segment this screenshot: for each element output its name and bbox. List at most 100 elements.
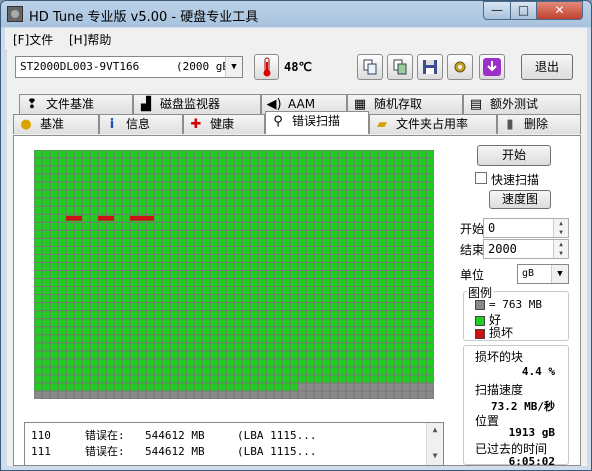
good-block xyxy=(34,254,42,262)
spinner-icon[interactable]: ▲ ▼ xyxy=(553,240,568,258)
good-block xyxy=(130,206,138,214)
good-block xyxy=(90,311,98,319)
good-block xyxy=(202,279,210,287)
good-block xyxy=(338,351,346,359)
good-block xyxy=(322,367,330,375)
good-block xyxy=(418,174,426,182)
good-block xyxy=(282,383,290,391)
tab-disk-monitor[interactable]: ▟ 磁盘监视器 xyxy=(133,94,261,114)
save-icon[interactable] xyxy=(417,54,443,80)
good-block xyxy=(90,254,98,262)
good-block xyxy=(226,351,234,359)
unscanned-block xyxy=(146,391,154,399)
download-icon[interactable] xyxy=(479,54,505,80)
good-block xyxy=(370,359,378,367)
good-block xyxy=(210,351,218,359)
good-block xyxy=(170,343,178,351)
good-block xyxy=(426,214,434,222)
good-block xyxy=(258,190,266,198)
good-block xyxy=(34,279,42,287)
good-block xyxy=(354,174,362,182)
good-block xyxy=(154,174,162,182)
spinner-icon[interactable]: ▲ ▼ xyxy=(553,219,568,237)
unit-select[interactable]: gB ▼ xyxy=(517,264,569,284)
maximize-button[interactable]: □ xyxy=(510,1,537,20)
good-block xyxy=(426,303,434,311)
good-block xyxy=(274,230,282,238)
error-log-list[interactable]: 110 错误在: 544612 MB (LBA 1115... 111 错误在: 5446… xyxy=(24,422,444,466)
tab-info[interactable]: i 信息 xyxy=(99,114,183,134)
temperature-icon[interactable] xyxy=(254,54,279,80)
end-pos-input[interactable]: 2000 ▲ ▼ xyxy=(483,239,569,259)
good-block xyxy=(34,190,42,198)
good-block xyxy=(114,327,122,335)
good-block xyxy=(226,303,234,311)
good-block xyxy=(186,222,194,230)
tab-benchmark[interactable]: ● 基准 xyxy=(13,114,99,134)
good-block xyxy=(130,174,138,182)
good-block xyxy=(234,319,242,327)
tab-extra-tests[interactable]: ▤ 额外测试 xyxy=(463,94,581,114)
good-block xyxy=(250,270,258,279)
good-block xyxy=(394,182,402,190)
minimize-button[interactable]: — xyxy=(483,1,511,20)
good-block xyxy=(274,375,282,383)
good-block xyxy=(338,214,346,222)
exit-button[interactable]: 退出 xyxy=(521,54,573,80)
good-block xyxy=(74,311,82,319)
title-bar[interactable]: HD Tune 专业版 v5.00 - 硬盘专业工具 — □ ✕ xyxy=(1,1,591,27)
copy-screen-icon[interactable] xyxy=(387,54,413,80)
unscanned-block xyxy=(234,391,242,399)
good-block xyxy=(106,174,114,182)
good-block xyxy=(394,303,402,311)
unscanned-block xyxy=(410,391,418,399)
menu-file[interactable]: [F]文件 xyxy=(13,31,53,48)
quick-scan-checkbox[interactable] xyxy=(475,172,487,184)
good-block xyxy=(162,254,170,262)
start-scan-button[interactable]: 开始 xyxy=(477,145,551,166)
speed-map-button[interactable]: 速度图 xyxy=(489,190,551,209)
menu-help[interactable]: [H]帮助 xyxy=(69,31,111,48)
good-block xyxy=(274,343,282,351)
good-block xyxy=(242,206,250,214)
good-block xyxy=(290,279,298,287)
good-block xyxy=(226,343,234,351)
good-block xyxy=(130,254,138,262)
good-block xyxy=(114,246,122,254)
good-block xyxy=(378,182,386,190)
close-button[interactable]: ✕ xyxy=(536,1,583,20)
drive-select[interactable]: ST2000DL003-9VT166 (2000 gB) ▼ xyxy=(15,56,243,78)
good-block xyxy=(130,230,138,238)
good-block xyxy=(178,206,186,214)
scroll-up-icon[interactable]: ▲ xyxy=(427,423,443,437)
good-block xyxy=(322,158,330,166)
good-block xyxy=(298,182,306,190)
log-scrollbar[interactable]: ▲ ▼ xyxy=(426,423,443,465)
good-block xyxy=(186,254,194,262)
tab-health[interactable]: ✚ 健康 xyxy=(183,114,265,134)
good-block xyxy=(122,383,130,391)
unscanned-block xyxy=(266,391,274,399)
copy-text-icon[interactable] xyxy=(357,54,383,80)
tab-error-scan[interactable]: ⚲ 错误扫描 xyxy=(265,111,369,134)
good-block xyxy=(314,214,322,222)
tab-folder-usage[interactable]: ▰ 文件夹占用率 xyxy=(369,114,497,134)
good-block xyxy=(394,174,402,182)
start-pos-input[interactable]: 0 ▲ ▼ xyxy=(483,218,569,238)
good-block xyxy=(290,359,298,367)
tab-erase[interactable]: ▮ 删除 xyxy=(497,114,581,134)
unscanned-block xyxy=(298,391,306,399)
good-block xyxy=(218,343,226,351)
start-pos-label: 开始 xyxy=(460,222,485,236)
options-icon[interactable] xyxy=(447,54,473,80)
good-block xyxy=(170,158,178,166)
good-block xyxy=(202,150,210,158)
tab-file-benchmark[interactable]: ❢ 文件基准 xyxy=(19,94,133,114)
good-block xyxy=(298,238,306,246)
good-block xyxy=(114,214,122,222)
good-block xyxy=(290,343,298,351)
good-block xyxy=(402,198,410,206)
good-block xyxy=(290,158,298,166)
good-block xyxy=(354,351,362,359)
scroll-down-icon[interactable]: ▼ xyxy=(427,449,443,463)
